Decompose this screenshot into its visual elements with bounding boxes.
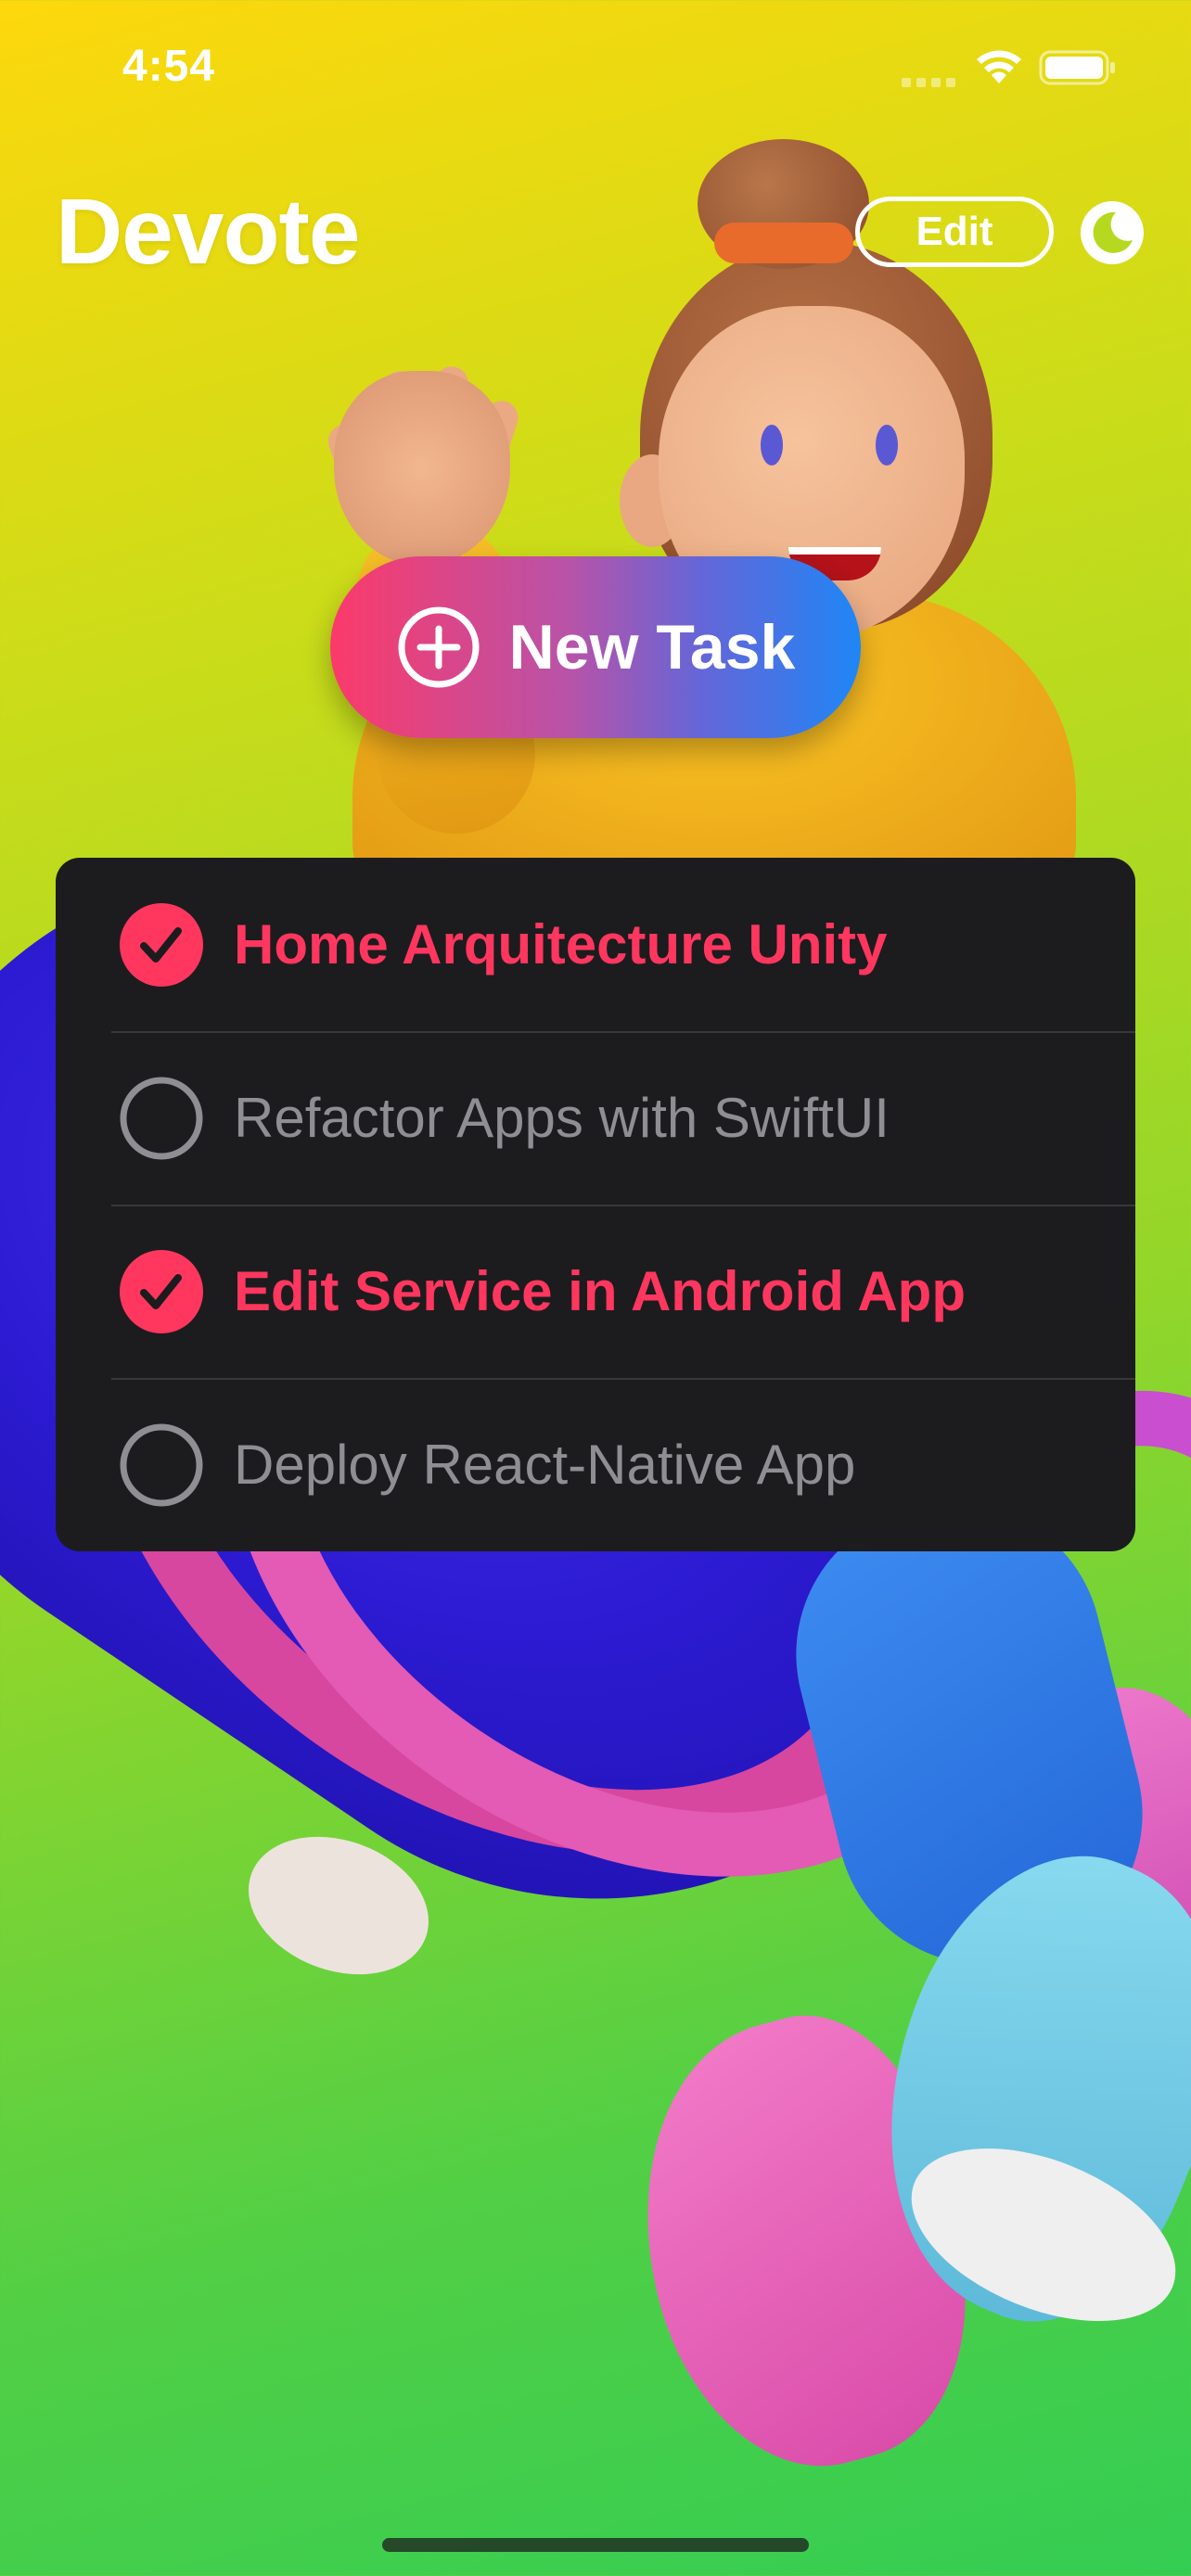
task-list: Home Arquitecture Unity Refactor Apps wi…: [56, 858, 1135, 1551]
task-row[interactable]: Deploy React-Native App: [56, 1378, 1135, 1551]
battery-icon: [1039, 50, 1115, 85]
moon-icon[interactable]: [1079, 199, 1146, 266]
page-title: Devote: [56, 180, 360, 284]
new-task-button[interactable]: New Task: [330, 556, 861, 738]
task-title: Edit Service in Android App: [234, 1260, 966, 1322]
status-bar: 4:54: [0, 0, 1191, 130]
task-row[interactable]: Edit Service in Android App: [56, 1205, 1135, 1378]
task-row[interactable]: Refactor Apps with SwiftUI: [56, 1031, 1135, 1205]
plus-circle-icon: [398, 606, 480, 688]
edit-button[interactable]: Edit: [855, 197, 1054, 267]
character-eye: [761, 425, 783, 465]
wifi-icon: [977, 50, 1021, 83]
character-eye: [876, 425, 898, 465]
checkmark-circle-fill-icon[interactable]: [119, 1249, 204, 1334]
task-title: Deploy React-Native App: [234, 1434, 856, 1496]
task-title: Home Arquitecture Unity: [234, 913, 888, 976]
checkmark-circle-fill-icon[interactable]: [119, 902, 204, 988]
empty-circle-icon[interactable]: [119, 1076, 204, 1161]
status-time: 4:54: [122, 42, 216, 91]
task-title: Refactor Apps with SwiftUI: [234, 1087, 890, 1149]
empty-circle-icon[interactable]: [119, 1422, 204, 1508]
home-indicator: [382, 2538, 809, 2552]
character-hand: [334, 371, 510, 566]
cellular-signal-icon: [902, 74, 955, 87]
new-task-label: New Task: [508, 612, 796, 682]
task-row[interactable]: Home Arquitecture Unity: [56, 858, 1135, 1031]
character-hair-band: [714, 223, 853, 263]
